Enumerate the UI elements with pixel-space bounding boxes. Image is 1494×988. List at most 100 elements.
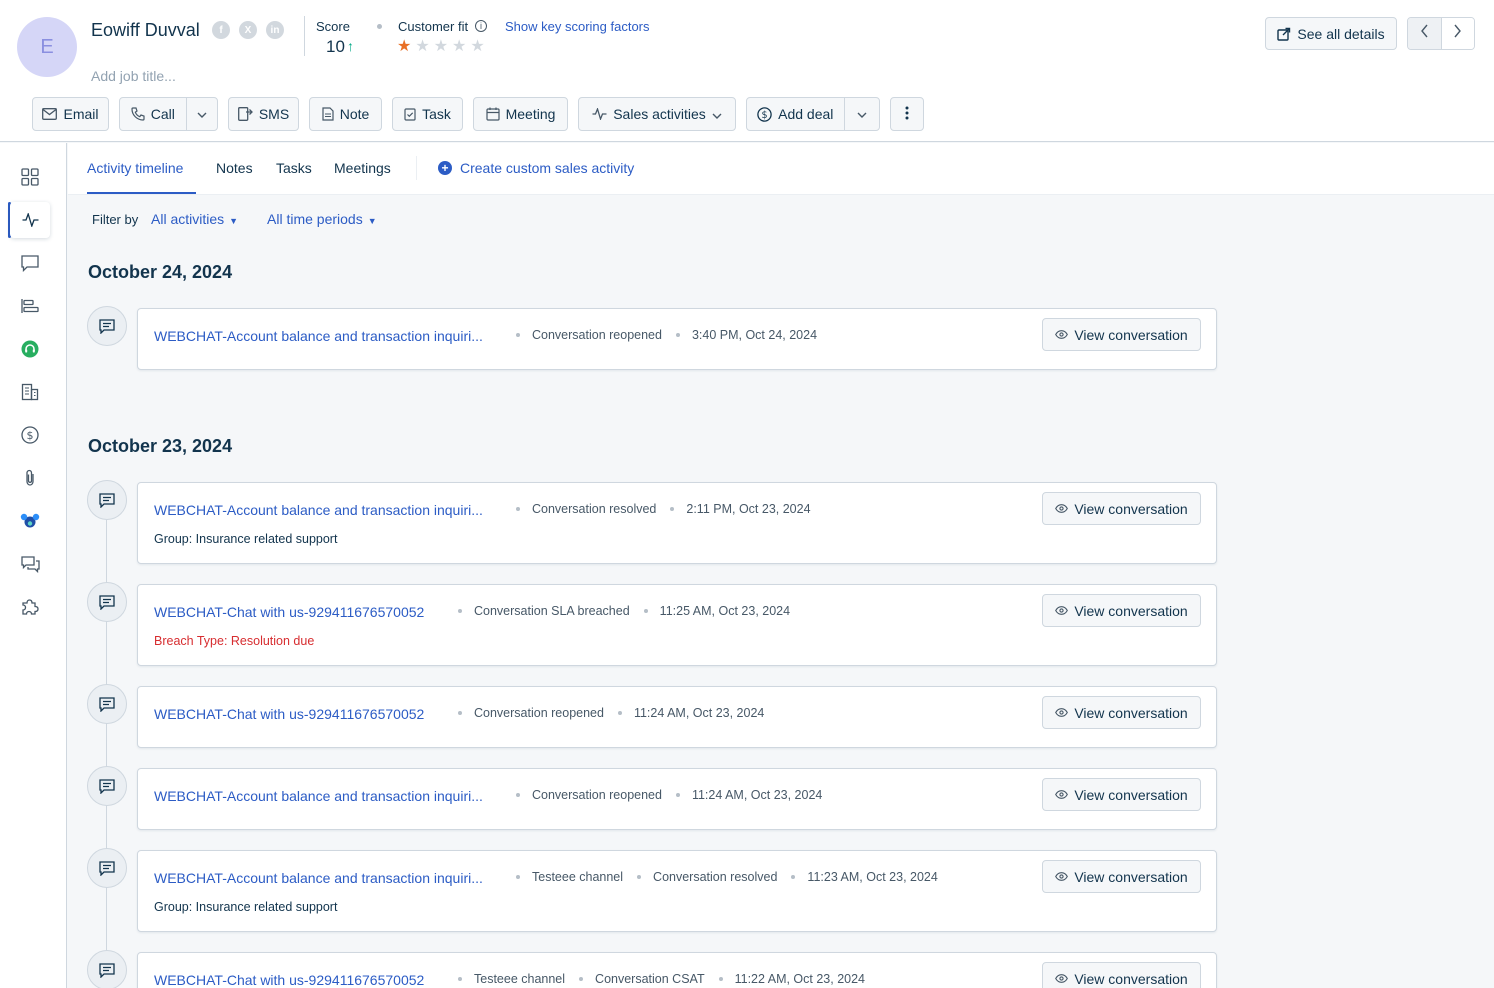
activity-meta: Conversation reopened 11:24 AM, Oct 23, 2… (444, 706, 764, 720)
activity-meta-item: 11:22 AM, Oct 23, 2024 (705, 972, 865, 986)
view-conversation-label: View conversation (1074, 970, 1188, 987)
activity-meta: Conversation SLA breached 11:25 AM, Oct 2… (444, 604, 790, 618)
activity-timeline-icon[interactable] (10, 202, 50, 238)
previous-record-button[interactable] (1408, 18, 1442, 49)
eye-icon (1055, 504, 1069, 513)
add-deal-split-button: $ Add deal (746, 97, 880, 131)
conversation-icon (87, 766, 127, 806)
view-conversation-button[interactable]: View conversation (1042, 318, 1201, 351)
star-icon: ★ (415, 38, 430, 55)
call-button[interactable]: Call (120, 98, 187, 130)
tab-tasks[interactable]: Tasks (276, 160, 312, 176)
activity-meta-item: 3:40 PM, Oct 24, 2024 (662, 328, 817, 342)
conversation-icon (87, 684, 127, 724)
meeting-label: Meeting (505, 106, 556, 122)
attachment-paperclip-icon[interactable] (10, 460, 50, 496)
tabs-divider (416, 156, 417, 180)
activity-card: WEBCHAT-Account balance and transaction … (137, 768, 1217, 830)
tab-notes[interactable]: Notes (216, 160, 253, 176)
plus-circle-icon: + (438, 161, 452, 175)
note-label: Note (339, 106, 370, 122)
view-conversation-button[interactable]: View conversation (1042, 962, 1201, 988)
deals-dollar-icon[interactable]: $ (10, 417, 50, 453)
activity-meta-item: Conversation SLA breached (444, 604, 630, 618)
add-deal-dropdown-toggle[interactable] (845, 98, 879, 130)
freddy-ai-icon[interactable] (10, 503, 50, 539)
conversation-icon (87, 848, 127, 888)
dollar-circle-icon: $ (757, 106, 772, 122)
info-icon[interactable]: i (475, 20, 487, 32)
view-conversation-label: View conversation (1074, 602, 1188, 619)
headset-support-icon[interactable] (10, 331, 50, 367)
activity-meta: Conversation reopened 3:40 PM, Oct 24, 20… (502, 328, 817, 342)
activity-meta: Conversation reopened 11:24 AM, Oct 23, 2… (502, 788, 822, 802)
see-all-details-button[interactable]: See all details (1265, 17, 1397, 50)
activity-card: WEBCHAT-Chat with us-929411676570052 Test… (137, 952, 1217, 988)
activity-title-link[interactable]: WEBCHAT-Account balance and transaction … (154, 328, 502, 344)
contact-name[interactable]: Eowiff Duvval (91, 20, 200, 41)
view-conversation-button[interactable]: View conversation (1042, 778, 1201, 811)
activity-meta-item: Conversation reopened (444, 706, 604, 720)
view-conversation-label: View conversation (1074, 326, 1188, 343)
create-custom-activity-link[interactable]: + Create custom sales activity (438, 160, 634, 176)
chat-bubble-icon[interactable] (10, 245, 50, 281)
sms-button[interactable]: SMS (228, 97, 299, 131)
tab-activity-timeline[interactable]: Activity timeline (87, 160, 183, 176)
time-period-filter-value: All time periods (267, 211, 363, 227)
activity-meta-item: 11:24 AM, Oct 23, 2024 (662, 788, 822, 802)
activity-card: WEBCHAT-Account balance and transaction … (137, 850, 1217, 932)
linkedin-icon[interactable]: in (266, 21, 284, 39)
activity-meta: Testeee channel Conversation resolved 11:2… (502, 870, 938, 884)
star-icon: ★ (397, 38, 412, 55)
mail-icon (42, 108, 58, 120)
activity-meta-item: Testeee channel (502, 870, 623, 884)
sms-icon (237, 107, 253, 121)
activity-title-link[interactable]: WEBCHAT-Chat with us-929411676570052 (154, 604, 444, 620)
add-deal-button[interactable]: $ Add deal (747, 98, 845, 130)
star-icon: ★ (470, 38, 485, 55)
task-button[interactable]: Task (392, 97, 463, 131)
more-actions-button[interactable] (890, 97, 924, 131)
meeting-button[interactable]: Meeting (473, 97, 568, 131)
sales-activities-button[interactable]: Sales activities (578, 97, 736, 131)
phone-icon (131, 107, 145, 121)
view-conversation-button[interactable]: View conversation (1042, 860, 1201, 893)
activities-filter-dropdown[interactable]: All activities ▼ (151, 211, 238, 227)
email-button[interactable]: Email (32, 97, 109, 131)
integrations-puzzle-icon[interactable] (10, 589, 50, 625)
activities-filter-value: All activities (151, 211, 225, 227)
see-all-details-label: See all details (1297, 25, 1385, 42)
note-button[interactable]: Note (309, 97, 382, 131)
view-conversation-label: View conversation (1074, 868, 1188, 885)
activity-title-link[interactable]: WEBCHAT-Account balance and transaction … (154, 502, 502, 518)
eye-icon (1055, 330, 1069, 339)
view-conversation-button[interactable]: View conversation (1042, 594, 1201, 627)
activity-title-link[interactable]: WEBCHAT-Chat with us-929411676570052 (154, 972, 444, 988)
overview-grid-icon[interactable] (10, 159, 50, 195)
building-account-icon[interactable] (10, 374, 50, 410)
arrow-up-icon: ↑ (347, 38, 354, 54)
next-record-button[interactable] (1441, 18, 1474, 49)
activity-title-link[interactable]: WEBCHAT-Account balance and transaction … (154, 788, 502, 804)
layout-bars-icon[interactable] (10, 288, 50, 324)
tab-meetings[interactable]: Meetings (334, 160, 391, 176)
view-conversation-label: View conversation (1074, 704, 1188, 721)
task-label: Task (422, 106, 451, 122)
call-dropdown-toggle[interactable] (187, 98, 217, 130)
activity-detail: Breach Type: Resolution due (154, 634, 315, 648)
activity-title-link[interactable]: WEBCHAT-Chat with us-929411676570052 (154, 706, 444, 722)
view-conversation-button[interactable]: View conversation (1042, 492, 1201, 525)
conversations-icon[interactable] (10, 546, 50, 582)
email-label: Email (63, 106, 99, 122)
customer-fit-stars: ★ ★ ★ ★ ★ (397, 36, 485, 56)
facebook-icon[interactable]: f (212, 21, 230, 39)
job-title-input[interactable]: Add job title... (91, 68, 176, 84)
external-link-icon (1277, 27, 1291, 41)
activity-title-link[interactable]: WEBCHAT-Account balance and transaction … (154, 870, 502, 886)
x-icon[interactable]: X (239, 21, 257, 39)
star-icon: ★ (452, 38, 467, 55)
time-period-filter-dropdown[interactable]: All time periods ▼ (267, 211, 377, 227)
record-navigation (1407, 17, 1475, 50)
view-conversation-button[interactable]: View conversation (1042, 696, 1201, 729)
key-scoring-factors-link[interactable]: Show key scoring factors (505, 19, 650, 34)
